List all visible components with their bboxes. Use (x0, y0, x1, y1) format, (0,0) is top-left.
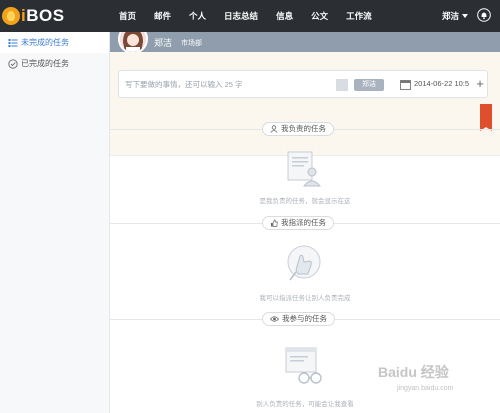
section-my-tasks: 我负责的任务 是我负责的任务，就会显示在这 (110, 122, 500, 212)
nav-item-home[interactable]: 首页 (110, 0, 145, 32)
user-menu[interactable]: 郑洁 (442, 0, 459, 32)
task-input-placeholder: 写下要做的事情，还可以输入 25 字 (125, 80, 243, 89)
assignee-chip[interactable]: 郑洁 (354, 79, 384, 91)
main-content: 郑洁 市场部 写下要做的事情，还可以输入 25 字 郑洁 2014-06-22 … (110, 32, 500, 413)
add-task-button[interactable]: + (473, 77, 487, 91)
empty-state-text: 我可以指派任务让别人负责完成 (259, 295, 351, 302)
empty-state-text: 是我负责的任务，就会显示在这 (259, 198, 351, 205)
thumb-icon (271, 219, 278, 227)
due-date[interactable]: 2014-06-22 10:5 (414, 79, 469, 88)
document-person-illustration (287, 151, 322, 187)
user-icon (270, 125, 278, 133)
sidebar-item-label: 未完成的任务 (21, 38, 69, 47)
avatar-portrait-icon (120, 32, 146, 52)
profile-department: 市场部 (181, 40, 202, 47)
assign-hand-illustration (287, 245, 321, 281)
sidebar-item-unfinished[interactable]: 未完成的任务 (0, 32, 109, 53)
section-title-label: 我负责的任务 (281, 124, 326, 133)
sidebar-item-finished[interactable]: 已完成的任务 (0, 53, 109, 74)
calendar-icon[interactable] (400, 79, 411, 90)
section-title[interactable]: 我指派的任务 (262, 216, 334, 230)
section-title[interactable]: 我负责的任务 (262, 122, 334, 136)
empty-state-text: 别人负责的任务，可能会让我查看 (256, 401, 354, 408)
section-assigned-tasks: 我指派的任务 我可以指派任务让别人负责完成 (110, 216, 500, 311)
section-title-label: 我参与的任务 (282, 314, 327, 323)
check-circle-icon (8, 58, 18, 69)
nav-item-personal[interactable]: 个人 (180, 0, 215, 32)
watermark-brand: Baidu 经验 (378, 364, 449, 380)
sidebar-item-label: 已完成的任务 (21, 59, 69, 68)
nav-item-workflow[interactable]: 工作流 (337, 0, 381, 32)
task-input[interactable]: 写下要做的事情，还可以输入 25 字 郑洁 2014-06-22 10:5 + (118, 70, 488, 98)
logo-rest: BOS (26, 6, 65, 25)
nav-item-diary[interactable]: 日志总结 (215, 0, 267, 32)
profile-header: 郑洁 市场部 (110, 32, 500, 54)
avatar[interactable] (118, 32, 148, 54)
profile-name: 郑洁 (154, 38, 173, 48)
top-navbar: iBOS 首页 邮件 个人 日志总结 信息 公文 工作流 郑洁 (0, 0, 500, 32)
ibos-logo[interactable]: iBOS (2, 5, 65, 27)
task-list-icon (8, 38, 18, 47)
section-title[interactable]: 我参与的任务 (262, 312, 335, 326)
chevron-down-icon[interactable] (462, 14, 468, 18)
eye-icon (270, 316, 279, 322)
main-nav: 首页 邮件 个人 日志总结 信息 公文 工作流 (110, 0, 381, 32)
logo-mark-icon (2, 7, 20, 25)
person-icon[interactable] (336, 79, 348, 91)
nav-item-mail[interactable]: 邮件 (145, 0, 180, 32)
browser-glasses-illustration (285, 347, 322, 384)
bell-icon[interactable] (477, 8, 491, 22)
nav-item-document[interactable]: 公文 (302, 0, 337, 32)
watermark-url: jingyan.baidu.com (397, 385, 454, 392)
section-title-label: 我指派的任务 (281, 218, 326, 227)
nav-item-message[interactable]: 信息 (267, 0, 302, 32)
sidebar: 未完成的任务 已完成的任务 (0, 32, 110, 413)
